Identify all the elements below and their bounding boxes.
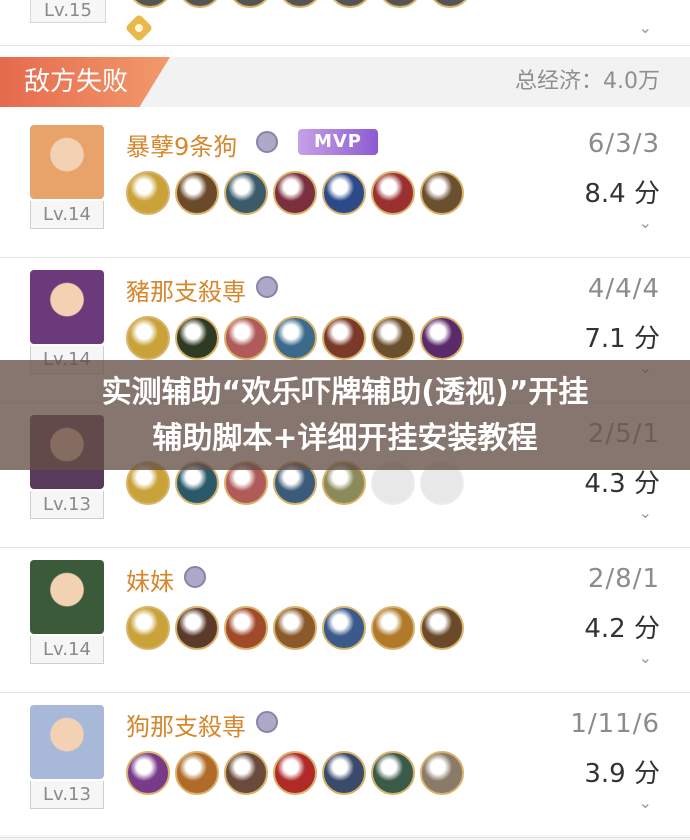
item-icon bbox=[175, 751, 219, 795]
item-icon bbox=[420, 606, 464, 650]
item-icon bbox=[371, 171, 415, 215]
item-icon bbox=[322, 316, 366, 360]
hero-avatar bbox=[30, 705, 104, 779]
level-badge: Lv.13 bbox=[30, 491, 104, 519]
kda-stat: 1/11/6 bbox=[570, 709, 660, 739]
item-icon bbox=[322, 751, 366, 795]
kda-stat: 4/4/4 bbox=[587, 274, 660, 304]
item-icon bbox=[371, 606, 415, 650]
player-name: 狗那支殺専 bbox=[126, 713, 246, 741]
item-icon bbox=[224, 606, 268, 650]
player-row[interactable]: Lv.14 暴孽9条狗 MVP 6/3/3 8.4 分 ⌄ bbox=[0, 115, 690, 260]
item-icon bbox=[273, 171, 317, 215]
hero-avatar bbox=[30, 125, 104, 199]
item-row bbox=[126, 316, 464, 360]
item-icon bbox=[322, 606, 366, 650]
item-icon bbox=[126, 751, 170, 795]
item-icon bbox=[175, 316, 219, 360]
rating-score: 8.4 分 bbox=[584, 179, 660, 209]
rating-score: 7.1 分 bbox=[584, 324, 660, 354]
item-icon bbox=[175, 606, 219, 650]
rank-badge-icon bbox=[256, 276, 278, 298]
item-icon bbox=[328, 0, 372, 8]
level-badge: Lv.14 bbox=[30, 201, 104, 229]
item-icon bbox=[126, 606, 170, 650]
item-icon bbox=[126, 171, 170, 215]
item-icon bbox=[428, 0, 472, 8]
item-icon bbox=[273, 316, 317, 360]
chevron-down-icon[interactable]: ⌄ bbox=[639, 648, 652, 667]
kda-stat: 2/8/1 bbox=[587, 564, 660, 594]
item-icon bbox=[278, 0, 322, 8]
divider bbox=[0, 692, 690, 693]
banner-line-2: 辅助脚本+详细开挂安装教程 bbox=[152, 421, 538, 456]
item-icon bbox=[273, 606, 317, 650]
kda-stat: 6/3/3 bbox=[587, 129, 660, 159]
item-icon bbox=[371, 751, 415, 795]
item-icon bbox=[224, 171, 268, 215]
item-icon bbox=[420, 171, 464, 215]
previous-player-row: Lv.15 ⌄ bbox=[0, 0, 690, 45]
level-badge: Lv.13 bbox=[30, 781, 104, 809]
rank-badge-icon bbox=[256, 131, 278, 153]
item-row bbox=[126, 171, 464, 215]
item-icon bbox=[128, 0, 172, 8]
level-badge: Lv.15 bbox=[30, 0, 106, 23]
item-icon bbox=[228, 0, 272, 8]
divider bbox=[0, 837, 690, 838]
gold-medal-icon bbox=[124, 13, 154, 43]
match-detail-page: Lv.15 ⌄ 敌方失败 总经济：4.0万 Lv.14 暴孽9条狗 MVP 6/3/3… bbox=[0, 0, 690, 838]
player-name: 暴孽9条狗 bbox=[126, 133, 238, 161]
team-section-header: 敌方失败 总经济：4.0万 bbox=[0, 57, 690, 107]
divider bbox=[0, 547, 690, 548]
team-result-label: 敌方失败 bbox=[0, 57, 170, 107]
rank-badge-icon bbox=[256, 711, 278, 733]
item-icon bbox=[273, 751, 317, 795]
chevron-down-icon[interactable]: ⌄ bbox=[639, 18, 652, 37]
player-row[interactable]: Lv.14 妹妹 2/8/1 4.2 分 ⌄ bbox=[0, 550, 690, 695]
hero-avatar bbox=[30, 270, 104, 344]
player-row[interactable]: Lv.13 狗那支殺専 1/11/6 3.9 分 ⌄ bbox=[0, 695, 690, 840]
chevron-down-icon[interactable]: ⌄ bbox=[639, 503, 652, 522]
hero-avatar bbox=[30, 560, 104, 634]
mvp-badge: MVP bbox=[298, 129, 378, 155]
rank-badge-icon bbox=[184, 566, 206, 588]
item-row bbox=[126, 751, 464, 795]
item-icon bbox=[420, 316, 464, 360]
item-row bbox=[128, 0, 472, 8]
divider bbox=[0, 45, 690, 46]
divider bbox=[0, 257, 690, 258]
item-row bbox=[126, 606, 464, 650]
item-icon bbox=[178, 0, 222, 8]
level-badge: Lv.14 bbox=[30, 636, 104, 664]
rating-score: 3.9 分 bbox=[584, 759, 660, 789]
item-icon bbox=[175, 171, 219, 215]
item-icon bbox=[322, 171, 366, 215]
player-name: 豬那支殺専 bbox=[126, 278, 246, 306]
chevron-down-icon[interactable]: ⌄ bbox=[639, 213, 652, 232]
player-name: 妹妹 bbox=[126, 568, 174, 596]
item-icon bbox=[224, 316, 268, 360]
banner-line-1: 实测辅助“欢乐吓牌辅助(透视)”开挂 bbox=[101, 375, 589, 410]
item-icon bbox=[420, 751, 464, 795]
item-icon bbox=[378, 0, 422, 8]
item-icon bbox=[126, 316, 170, 360]
item-icon bbox=[371, 316, 415, 360]
chevron-down-icon[interactable]: ⌄ bbox=[639, 793, 652, 812]
item-icon bbox=[224, 751, 268, 795]
rating-score: 4.2 分 bbox=[584, 614, 660, 644]
team-economy: 总经济：4.0万 bbox=[515, 69, 660, 94]
overlay-banner: 实测辅助“欢乐吓牌辅助(透视)”开挂 辅助脚本+详细开挂安装教程 bbox=[0, 360, 690, 470]
